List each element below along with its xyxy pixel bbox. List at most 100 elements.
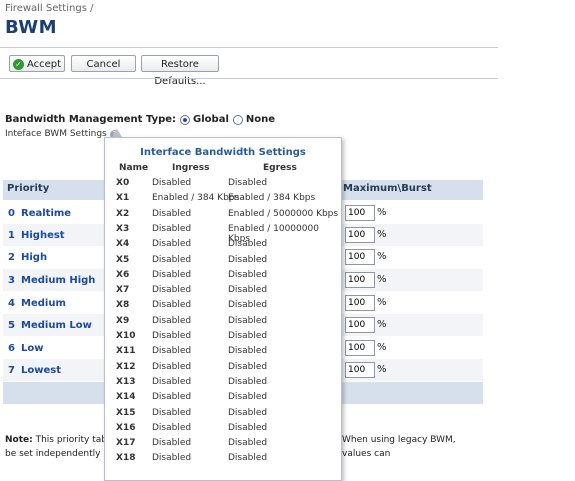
ingress-value: Disabled xyxy=(152,254,192,265)
priority-name: Realtime xyxy=(21,208,72,219)
interface-bwm-settings-label: Inteface BWM Settings xyxy=(5,129,107,139)
egress-value: Disabled xyxy=(228,346,268,357)
percent-label: % xyxy=(377,364,387,375)
interface-name: X7 xyxy=(116,285,130,296)
interface-row: X6 Disabled Disabled xyxy=(105,270,341,285)
interface-row: X14 Disabled Disabled xyxy=(105,392,341,407)
interface-row: X13 Disabled Disabled xyxy=(105,377,341,392)
interface-row: X10 Disabled Disabled xyxy=(105,331,341,346)
egress-value: Disabled xyxy=(228,178,268,188)
egress-value: Disabled xyxy=(228,331,268,341)
maximum-burst-input[interactable] xyxy=(345,340,375,356)
ingress-value: Disabled xyxy=(152,285,192,296)
priority-name: Medium xyxy=(21,298,66,309)
priority-number: 5 xyxy=(8,320,15,331)
interface-name: X8 xyxy=(116,300,130,311)
accept-label: Accept xyxy=(26,59,62,70)
interface-name: X12 xyxy=(116,361,136,372)
priority-name: Lowest xyxy=(21,365,61,376)
interface-name: X17 xyxy=(116,438,136,449)
interface-row: X17 Disabled Disabled xyxy=(105,438,341,453)
maximum-burst-input[interactable] xyxy=(345,362,375,378)
interface-row: X16 Disabled Disabled xyxy=(105,423,341,438)
global-radio[interactable] xyxy=(180,114,191,125)
interface-name: X13 xyxy=(116,376,136,387)
egress-value: Disabled xyxy=(228,269,268,280)
interface-row: X7 Disabled Disabled xyxy=(105,285,341,300)
egress-value: Disabled xyxy=(228,453,268,464)
interface-row: X18 Disabled Disabled xyxy=(105,453,341,468)
ingress-value: Disabled xyxy=(152,269,192,280)
interface-bwm-settings-row: Inteface BWM Settings ? xyxy=(5,129,119,139)
ingress-value: Enabled / 384 Kbps xyxy=(152,193,240,204)
ingress-value: Disabled xyxy=(152,223,192,234)
maximum-burst-input[interactable] xyxy=(345,249,375,265)
ingress-value: Disabled xyxy=(152,331,192,341)
interface-row: X1 Enabled / 384 Kbps Enabled / 384 Kbps xyxy=(105,193,341,208)
priority-number: 1 xyxy=(8,230,15,241)
interface-name: X16 xyxy=(116,422,136,433)
egress-value: Disabled xyxy=(228,239,268,250)
priority-number: 2 xyxy=(8,252,15,263)
interface-name: X14 xyxy=(116,392,136,403)
none-radio[interactable] xyxy=(232,114,243,125)
percent-label: % xyxy=(377,297,387,308)
interface-name: X3 xyxy=(116,223,130,234)
priority-number: 4 xyxy=(8,298,15,309)
interface-name: X5 xyxy=(116,254,130,265)
egress-value: Disabled xyxy=(228,422,268,433)
interface-row: X5 Disabled Disabled xyxy=(105,255,341,270)
ingress-value: Disabled xyxy=(152,392,192,403)
priority-number: 0 xyxy=(8,208,15,219)
ingress-value: Disabled xyxy=(152,315,192,326)
interface-row: X0 Disabled Disabled xyxy=(105,178,341,193)
bwm-type-label: Bandwidth Management Type: xyxy=(5,114,177,125)
egress-column-header: Egress xyxy=(263,163,297,173)
cancel-button[interactable]: Cancel xyxy=(71,55,136,72)
maximum-burst-input[interactable] xyxy=(345,272,375,288)
egress-value: Enabled / 5000000 Kbps xyxy=(228,208,339,219)
egress-value: Disabled xyxy=(228,407,268,418)
ingress-value: Disabled xyxy=(152,376,192,387)
interface-name: X11 xyxy=(116,346,136,357)
maximum-burst-column-header: Maximum\Burst xyxy=(343,183,432,194)
checkmark-icon: ✓ xyxy=(12,58,24,70)
page-title: BWM xyxy=(5,17,58,38)
priority-name: Highest xyxy=(21,230,65,241)
interface-name: X10 xyxy=(116,331,136,341)
maximum-burst-input[interactable] xyxy=(345,205,375,221)
restore-defaults-button[interactable]: Restore Defaults... xyxy=(141,55,219,87)
bwm-type-row: Bandwidth Management Type: Global None xyxy=(5,114,275,125)
maximum-burst-input[interactable] xyxy=(345,227,375,243)
priority-name: Medium High xyxy=(21,275,96,286)
ingress-value: Disabled xyxy=(152,407,192,418)
interface-name: X9 xyxy=(116,315,130,326)
priority-column-header: Priority xyxy=(7,183,50,194)
ingress-value: Disabled xyxy=(152,346,192,357)
ingress-value: Disabled xyxy=(152,361,192,372)
egress-value: Disabled xyxy=(228,300,268,311)
interface-name: X18 xyxy=(116,453,136,464)
interface-name: X1 xyxy=(116,193,130,204)
accept-button[interactable]: ✓ Accept xyxy=(9,55,65,72)
interface-name: X2 xyxy=(116,208,130,219)
ingress-value: Disabled xyxy=(152,422,192,433)
egress-value: Enabled / 384 Kbps xyxy=(228,193,316,204)
priority-name: Medium Low xyxy=(21,320,92,331)
ingress-value: Disabled xyxy=(152,208,192,219)
percent-label: % xyxy=(377,251,387,262)
interface-row: X15 Disabled Disabled xyxy=(105,408,341,423)
note-line1b: When using legacy BWM, values can xyxy=(342,435,456,459)
egress-value: Disabled xyxy=(228,438,268,449)
maximum-burst-input[interactable] xyxy=(345,295,375,311)
interface-name: X4 xyxy=(116,239,130,250)
divider xyxy=(0,78,498,79)
priority-name: Low xyxy=(21,343,44,354)
maximum-burst-input[interactable] xyxy=(345,317,375,333)
percent-label: % xyxy=(377,274,387,285)
interface-row: X8 Disabled Disabled xyxy=(105,300,341,315)
name-column-header: Name xyxy=(119,163,149,173)
interface-name: X0 xyxy=(116,178,130,188)
interface-name: X15 xyxy=(116,407,136,418)
interface-row: X9 Disabled Disabled xyxy=(105,316,341,331)
